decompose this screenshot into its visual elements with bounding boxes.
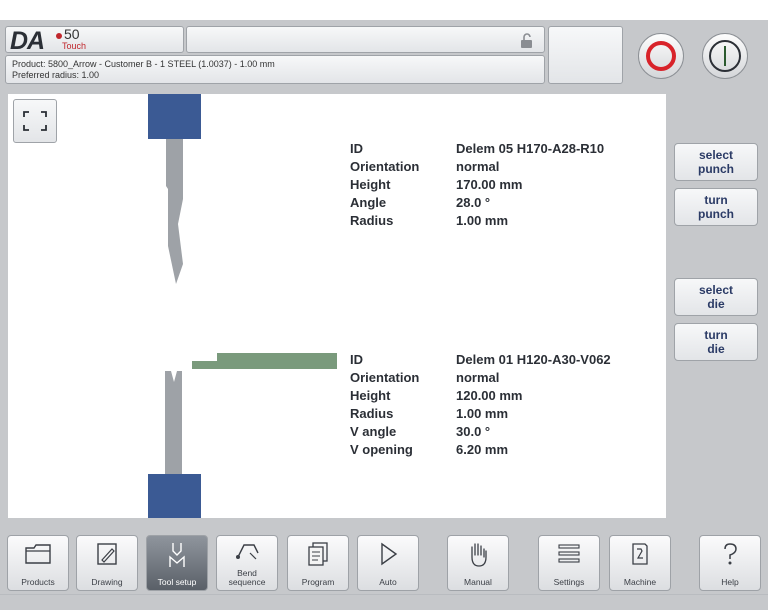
folder-icon	[8, 541, 68, 572]
die-properties: ID Delem 01 H120-A30-V062 Orientation norm…	[350, 352, 650, 460]
hand-icon	[448, 541, 508, 574]
select-punch-button[interactable]: select punch	[674, 143, 758, 181]
punch-row-height: Height 170.00 mm	[350, 177, 523, 192]
tab-program[interactable]: Program	[287, 535, 349, 591]
tab-tool-setup[interactable]: Tool setup	[146, 535, 208, 591]
die-holder	[148, 474, 201, 518]
punch-row-orientation: Orientation normal	[350, 159, 500, 174]
die-body	[165, 371, 182, 474]
start-button[interactable]	[702, 33, 748, 79]
die-row-id: ID Delem 01 H120-A30-V062	[350, 352, 611, 367]
logo-dot	[56, 33, 62, 39]
logo: DA 50 Touch	[5, 26, 184, 55]
die-row-orientation: Orientation normal	[350, 370, 500, 385]
punch-row-radius: Radius 1.00 mm	[350, 213, 509, 228]
select-die-button[interactable]: select die	[674, 278, 758, 316]
bottom-divider	[0, 594, 768, 595]
sheet-upper	[217, 353, 337, 361]
tool-icon	[147, 541, 207, 574]
tab-products[interactable]: Products	[7, 535, 69, 591]
die-row-height: Height 120.00 mm	[350, 388, 523, 403]
unlock-icon[interactable]	[520, 33, 534, 52]
tab-auto[interactable]: Auto	[357, 535, 419, 591]
punch-row-angle: Angle 28.0 °	[350, 195, 491, 210]
tab-machine[interactable]: Machine	[609, 535, 671, 591]
preferred-radius: Preferred radius: 1.00	[12, 70, 100, 80]
tab-help[interactable]: Help	[699, 535, 761, 591]
tab-drawing[interactable]: Drawing	[76, 535, 138, 591]
pencil-icon	[77, 541, 137, 572]
punch-blade	[166, 139, 183, 284]
product-line: Product: 5800_Arrow - Customer B - 1 STE…	[12, 59, 275, 69]
sheet-lower	[192, 361, 337, 369]
status-box	[548, 26, 623, 84]
title-bar	[186, 26, 545, 53]
tab-settings[interactable]: Settings	[538, 535, 600, 591]
turn-die-button[interactable]: turn die	[674, 323, 758, 361]
start-icon	[709, 40, 741, 72]
help-icon	[700, 541, 760, 572]
logo-number: 50	[64, 26, 80, 42]
stop-icon	[646, 41, 676, 71]
bend-sequence-icon	[217, 539, 277, 568]
machine-icon	[610, 541, 670, 572]
program-icon	[288, 541, 348, 572]
fit-view-button[interactable]	[13, 99, 57, 143]
tab-manual[interactable]: Manual	[447, 535, 509, 591]
logo-touch: Touch	[62, 41, 87, 51]
die-row-v-opening: V opening 6.20 mm	[350, 442, 509, 457]
product-info: Product: 5800_Arrow - Customer B - 1 STE…	[5, 55, 545, 84]
punch-properties: ID Delem 05 H170-A28-R10 Orientation norma…	[350, 141, 650, 231]
die-row-radius: Radius 1.00 mm	[350, 406, 509, 421]
list-icon	[539, 541, 599, 572]
play-icon	[358, 541, 418, 572]
punch-row-id: ID Delem 05 H170-A28-R10	[350, 141, 605, 156]
logo-text: DA	[10, 27, 45, 55]
stop-button[interactable]	[638, 33, 684, 79]
die-row-v-angle: V angle 30.0 °	[350, 424, 491, 439]
punch-holder	[148, 94, 201, 139]
fit-screen-icon	[23, 111, 47, 131]
tab-bend-sequence[interactable]: Bend sequence	[216, 535, 278, 591]
turn-punch-button[interactable]: turn punch	[674, 188, 758, 226]
